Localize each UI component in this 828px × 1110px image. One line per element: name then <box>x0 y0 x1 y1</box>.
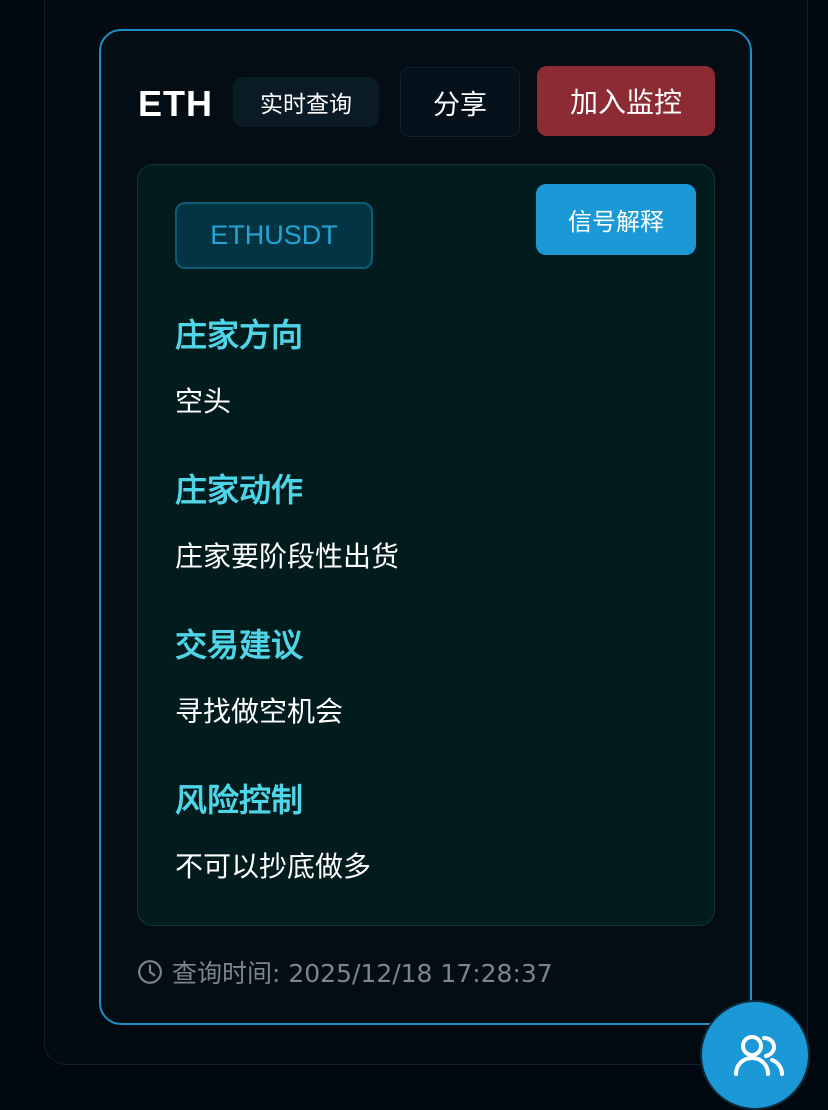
action-label: 庄家动作 <box>175 471 304 509</box>
risk-label: 风险控制 <box>175 781 304 819</box>
signal-explain-button[interactable]: 信号解释 <box>536 184 696 255</box>
signal-card: ETH 实时查询 分享 加入监控 ETHUSDT 信号解释 庄家方向 空头 庄家… <box>99 29 752 1025</box>
advice-value: 寻找做空机会 <box>175 695 344 728</box>
risk-value: 不可以抄底做多 <box>175 850 372 883</box>
direction-value: 空头 <box>175 385 232 418</box>
add-monitor-button[interactable]: 加入监控 <box>537 66 715 136</box>
symbol-chip: ETHUSDT <box>175 202 373 269</box>
advice-label: 交易建议 <box>175 626 304 664</box>
query-time: 查询时间: 2025/12/18 17:28:37 <box>137 954 553 990</box>
contact-fab-button[interactable] <box>700 1000 810 1110</box>
direction-label: 庄家方向 <box>175 316 304 354</box>
clock-icon <box>138 960 162 984</box>
realtime-badge: 实时查询 <box>233 77 379 127</box>
action-value: 庄家要阶段性出货 <box>175 540 400 573</box>
users-icon <box>734 1035 784 1076</box>
query-time-text: 查询时间: 2025/12/18 17:28:37 <box>172 959 553 988</box>
signal-panel: ETHUSDT 信号解释 庄家方向 空头 庄家动作 庄家要阶段性出货 交易建议 … <box>137 164 715 926</box>
share-button[interactable]: 分享 <box>400 67 520 137</box>
coin-title: ETH <box>138 83 213 124</box>
